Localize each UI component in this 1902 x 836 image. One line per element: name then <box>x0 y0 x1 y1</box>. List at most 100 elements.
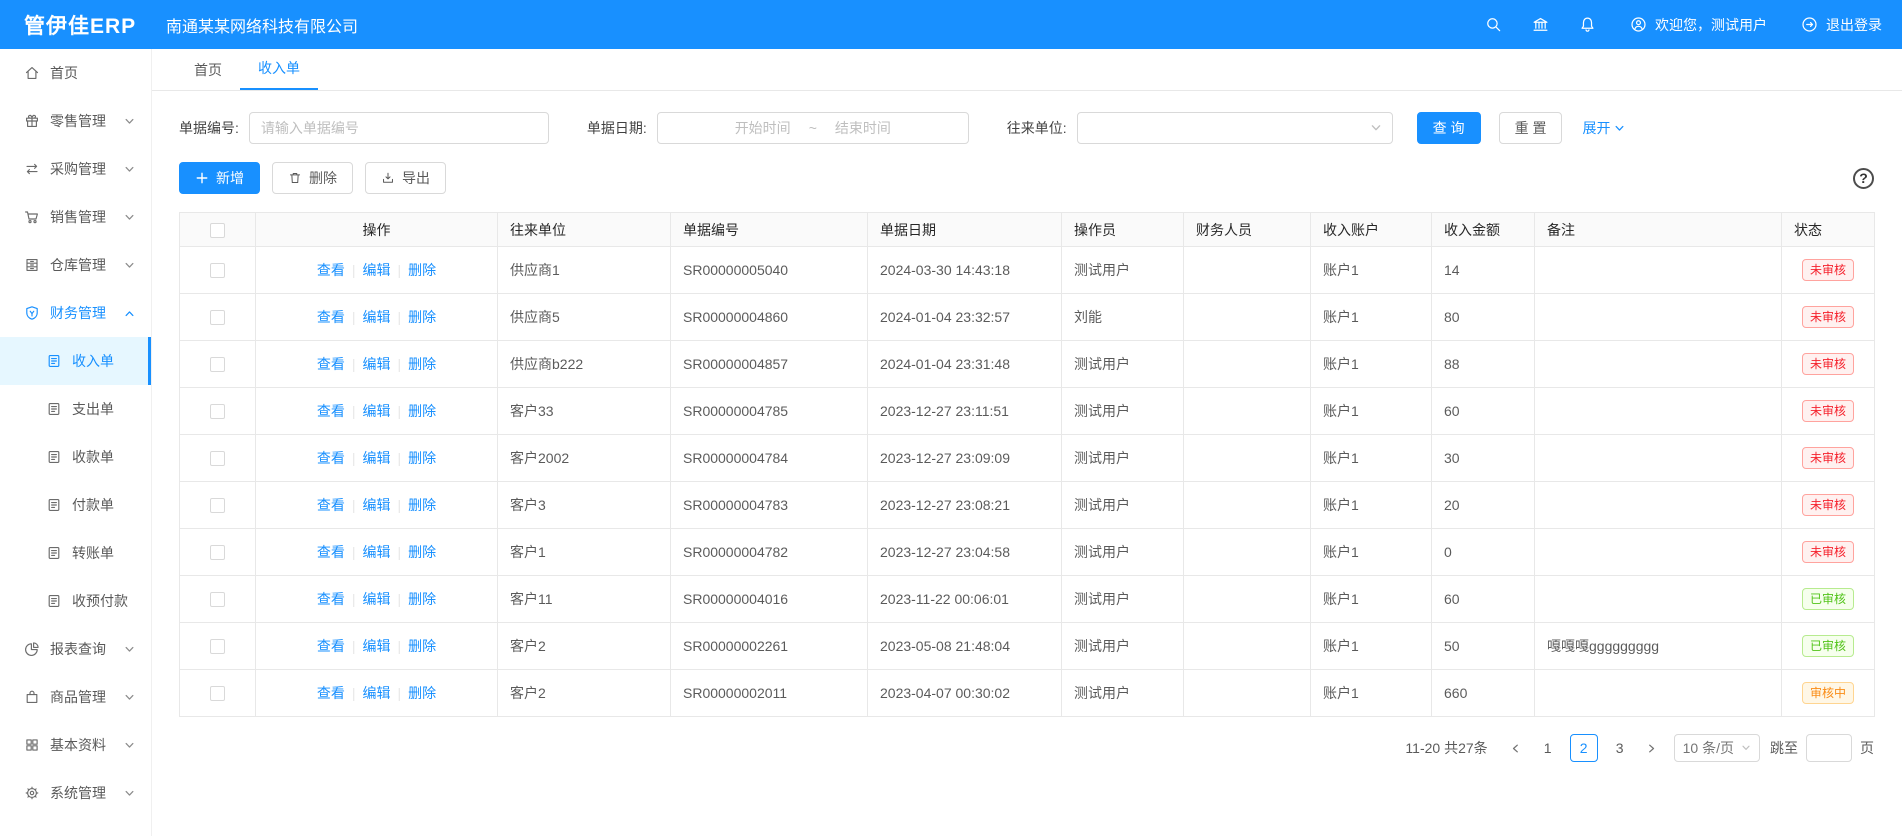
amount-cell: 0 <box>1432 529 1535 576</box>
edit-link[interactable]: 编辑 <box>363 497 391 513</box>
row-checkbox[interactable] <box>210 686 225 701</box>
delete-link[interactable]: 删除 <box>408 450 436 466</box>
prev-page-button[interactable] <box>1502 734 1530 762</box>
warehouse-icon <box>24 257 40 273</box>
sidebar-item-retail-mgmt[interactable]: 零售管理 <box>0 97 151 145</box>
edit-link[interactable]: 编辑 <box>363 591 391 607</box>
bell-icon[interactable] <box>1579 16 1596 33</box>
logout-button[interactable]: 退出登录 <box>1801 15 1882 35</box>
delete-link[interactable]: 删除 <box>408 544 436 560</box>
delete-link[interactable]: 删除 <box>408 403 436 419</box>
welcome-user[interactable]: 欢迎您，测试用户 <box>1630 15 1767 35</box>
tab-income[interactable]: 收入单 <box>240 48 318 90</box>
page-3[interactable]: 3 <box>1606 734 1634 762</box>
view-link[interactable]: 查看 <box>317 450 345 466</box>
view-link[interactable]: 查看 <box>317 309 345 325</box>
partner-cell: 供应商5 <box>498 294 671 341</box>
delete-link[interactable]: 删除 <box>408 356 436 372</box>
sidebar-item-report-query[interactable]: 报表查询 <box>0 625 151 673</box>
reset-button[interactable]: 重 置 <box>1499 112 1563 144</box>
view-link[interactable]: 查看 <box>317 591 345 607</box>
partner-select[interactable] <box>1077 112 1393 144</box>
delete-link[interactable]: 删除 <box>408 638 436 654</box>
account-cell: 账户1 <box>1311 529 1432 576</box>
page-size-select[interactable]: 10 条/页 <box>1674 734 1760 762</box>
row-checkbox[interactable] <box>210 639 225 654</box>
row-checkbox[interactable] <box>210 404 225 419</box>
sidebar-item-prepayment[interactable]: 收预付款 <box>0 577 151 625</box>
help-icon[interactable]: ? <box>1853 168 1874 189</box>
sidebar-item-expense-doc[interactable]: 支出单 <box>0 385 151 433</box>
col-operator: 操作员 <box>1062 213 1184 247</box>
row-checkbox[interactable] <box>210 451 225 466</box>
edit-link[interactable]: 编辑 <box>363 403 391 419</box>
sidebar-item-warehouse-mgmt[interactable]: 仓库管理 <box>0 241 151 289</box>
delete-link[interactable]: 删除 <box>408 685 436 701</box>
expand-link[interactable]: 展开 <box>1582 118 1625 138</box>
chevron-icon <box>124 740 135 751</box>
edit-link[interactable]: 编辑 <box>363 544 391 560</box>
page-jump-input[interactable] <box>1806 734 1852 762</box>
view-link[interactable]: 查看 <box>317 262 345 278</box>
account-cell: 账户1 <box>1311 435 1432 482</box>
row-checkbox[interactable] <box>210 263 225 278</box>
edit-link[interactable]: 编辑 <box>363 638 391 654</box>
row-checkbox[interactable] <box>210 357 225 372</box>
toolbar: 新增 删除 导出 ? <box>179 162 1874 194</box>
edit-link[interactable]: 编辑 <box>363 450 391 466</box>
delete-link[interactable]: 删除 <box>408 309 436 325</box>
delete-link[interactable]: 删除 <box>408 591 436 607</box>
add-button[interactable]: 新增 <box>179 162 260 194</box>
tab-home[interactable]: 首页 <box>176 50 240 90</box>
search-icon[interactable] <box>1485 16 1502 33</box>
search-button[interactable]: 查 询 <box>1417 112 1481 144</box>
sidebar-item-purchase-mgmt[interactable]: 采购管理 <box>0 145 151 193</box>
row-checkbox[interactable] <box>210 310 225 325</box>
income-table: 操作 往来单位 单据编号 单据日期 操作员 财务人员 收入账户 收入金额 备注 … <box>179 212 1875 717</box>
view-link[interactable]: 查看 <box>317 497 345 513</box>
edit-link[interactable]: 编辑 <box>363 685 391 701</box>
remark-cell <box>1535 294 1782 341</box>
select-all-checkbox[interactable] <box>210 223 225 238</box>
sidebar-item-receipt-doc[interactable]: 收款单 <box>0 433 151 481</box>
delete-button[interactable]: 删除 <box>272 162 353 194</box>
doc-no-cell: SR00000004782 <box>671 529 868 576</box>
sidebar-item-finance-mgmt[interactable]: 财务管理 <box>0 289 151 337</box>
edit-link[interactable]: 编辑 <box>363 262 391 278</box>
row-checkbox[interactable] <box>210 545 225 560</box>
edit-link[interactable]: 编辑 <box>363 356 391 372</box>
chevron-left-icon <box>1510 743 1521 754</box>
doc-no-input[interactable] <box>249 112 549 144</box>
doc-date-cell: 2023-12-27 23:08:21 <box>868 482 1062 529</box>
view-link[interactable]: 查看 <box>317 356 345 372</box>
view-link[interactable]: 查看 <box>317 403 345 419</box>
sidebar-item-transfer-doc[interactable]: 转账单 <box>0 529 151 577</box>
bank-icon[interactable] <box>1532 16 1549 33</box>
chevron-icon <box>124 260 135 271</box>
jump-suffix-label: 页 <box>1860 738 1874 758</box>
sidebar-item-payment-doc[interactable]: 付款单 <box>0 481 151 529</box>
delete-link[interactable]: 删除 <box>408 497 436 513</box>
operator-cell: 测试用户 <box>1062 670 1184 717</box>
delete-link[interactable]: 删除 <box>408 262 436 278</box>
pagination: 11-20 共27条 1 2 3 10 条/页 跳至 页 <box>179 734 1874 762</box>
sidebar-item-goods-mgmt[interactable]: 商品管理 <box>0 673 151 721</box>
sidebar-item-home[interactable]: 首页 <box>0 49 151 97</box>
page-2-active[interactable]: 2 <box>1570 734 1598 762</box>
sidebar-item-system-mgmt[interactable]: 系统管理 <box>0 769 151 817</box>
next-page-button[interactable] <box>1638 734 1666 762</box>
page-1[interactable]: 1 <box>1534 734 1562 762</box>
date-range-input[interactable]: 开始时间 ~ 结束时间 <box>657 112 969 144</box>
row-checkbox[interactable] <box>210 498 225 513</box>
view-link[interactable]: 查看 <box>317 685 345 701</box>
view-link[interactable]: 查看 <box>317 544 345 560</box>
sidebar-item-basic-data[interactable]: 基本资料 <box>0 721 151 769</box>
sidebar-item-income-doc[interactable]: 收入单 <box>0 337 151 385</box>
partner-cell: 供应商1 <box>498 247 671 294</box>
edit-link[interactable]: 编辑 <box>363 309 391 325</box>
view-link[interactable]: 查看 <box>317 638 345 654</box>
export-button[interactable]: 导出 <box>365 162 446 194</box>
sidebar-item-sales-mgmt[interactable]: 销售管理 <box>0 193 151 241</box>
row-checkbox[interactable] <box>210 592 225 607</box>
chevron-icon <box>124 116 135 127</box>
